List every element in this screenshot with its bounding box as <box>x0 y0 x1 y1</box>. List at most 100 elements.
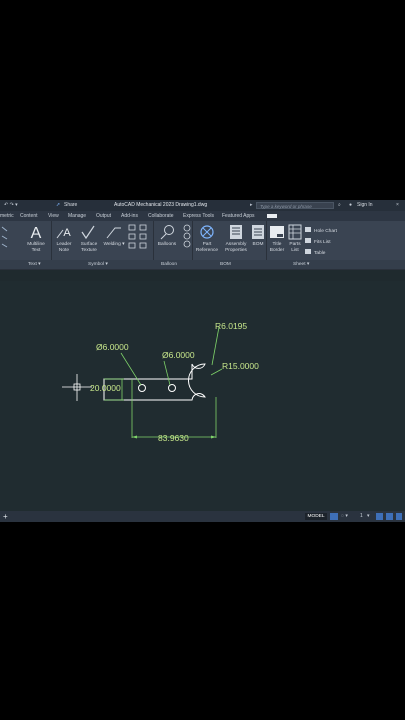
part-reference-icon <box>200 225 214 239</box>
assembly-label-2: Properties <box>225 247 247 253</box>
hole-right <box>168 384 176 392</box>
crosshair-cursor <box>62 374 92 401</box>
isolate-icon[interactable] <box>386 513 393 520</box>
tab-view[interactable]: View <box>48 211 59 221</box>
panel-title-text[interactable]: Text ▾ <box>28 260 41 269</box>
leader-icon: A <box>56 227 71 239</box>
customize-icon[interactable] <box>396 513 402 520</box>
dim-height[interactable]: 20.0000 <box>90 383 121 393</box>
parts-label: Parts <box>289 242 301 247</box>
leader-label: Leader <box>56 242 72 247</box>
panel-title-bom[interactable]: BOM <box>220 260 231 269</box>
leader-label-2: Note <box>58 247 70 253</box>
sheet-small-tools: Hole Chart Fits List Table <box>305 226 350 259</box>
balloons-button[interactable]: Balloons <box>155 224 179 248</box>
title-border-icon <box>270 226 284 238</box>
surface-texture-button[interactable]: Surface Texture <box>77 224 101 253</box>
title-border-button[interactable]: Title Border <box>268 224 286 253</box>
panel-separator <box>51 221 52 260</box>
user-icon: ● <box>349 202 353 208</box>
dim-r15[interactable]: R15.0000 <box>222 361 259 371</box>
title-label: Title <box>272 242 282 247</box>
panel-title-sheet[interactable]: Sheet ▾ <box>293 260 309 269</box>
quick-access-icons[interactable]: ↶ ↷ ▾ <box>4 200 18 211</box>
table-button[interactable]: Table <box>305 248 350 259</box>
part-label: Part <box>202 242 212 247</box>
chevron-down-icon[interactable]: ▾ <box>367 511 370 522</box>
tab-manage[interactable]: Manage <box>68 211 86 221</box>
welding-icon <box>106 227 121 239</box>
assembly-properties-icon <box>230 225 242 239</box>
drawing-svg: Ø6.0000 Ø6.0000 R6.0195 R15.0000 20.0000… <box>62 321 259 443</box>
model-space-button[interactable]: MODEL <box>305 513 327 520</box>
bom-label: BOM <box>252 242 264 247</box>
dim-r6[interactable]: R6.0195 <box>215 321 247 331</box>
fits-list-button[interactable]: Fits List <box>305 237 350 248</box>
search-icon[interactable]: ⌕ <box>338 200 341 211</box>
dimension-tools-left[interactable] <box>0 224 16 252</box>
welding-button[interactable]: Welding ▾ <box>102 224 126 248</box>
assembly-properties-button[interactable]: Assembly Properties <box>222 224 250 253</box>
tab-add-ins[interactable]: Add-ins <box>121 211 138 221</box>
autocad-window: ↶ ↷ ▾ ➚ Share AutoCAD Mechanical 2023 Dr… <box>0 200 405 522</box>
tab-metric[interactable]: metric <box>0 211 14 221</box>
panel-separator <box>266 221 267 260</box>
balloon-tools-icon <box>183 224 191 248</box>
annotation-scale[interactable]: 1 <box>360 511 363 522</box>
leader-note-button[interactable]: A Leader Note <box>53 224 75 253</box>
symbol-tools-icon <box>128 224 147 249</box>
tab-content[interactable]: Content <box>20 211 38 221</box>
surface-label-2: Texture <box>81 247 97 253</box>
assembly-label: Assembly <box>225 242 247 247</box>
title-label-2: Border <box>269 247 285 253</box>
parts-list-icon <box>288 224 302 240</box>
dim-hole-left[interactable]: Ø6.0000 <box>96 342 129 352</box>
svg-text:A: A <box>31 225 42 240</box>
balloons-label: Balloons <box>157 242 177 247</box>
workspace-icon[interactable] <box>376 513 383 520</box>
tab-featured-apps[interactable]: Featured Apps <box>222 211 255 221</box>
chevron-right-icon: ▸ <box>250 202 253 208</box>
grid-toggle-icon[interactable] <box>330 513 338 520</box>
tab-collaborate[interactable]: Collaborate <box>148 211 174 221</box>
share-icon: ➚ <box>56 202 61 208</box>
dimension-icon <box>1 226 8 248</box>
title-bar: ↶ ↷ ▾ ➚ Share AutoCAD Mechanical 2023 Dr… <box>0 200 405 211</box>
add-layout-button[interactable]: + <box>3 511 8 522</box>
symbol-small-tools[interactable] <box>127 224 153 254</box>
dim-length[interactable]: 83.9630 <box>158 433 189 443</box>
part-label-2: Reference <box>195 247 219 253</box>
bom-icon <box>252 225 264 239</box>
snap-settings-icon[interactable]: ◌ ▾ <box>341 511 348 522</box>
text-a-icon: A <box>31 225 42 240</box>
search-input[interactable]: Type a keyword or phrase <box>256 202 334 209</box>
dim-hole-right[interactable]: Ø6.0000 <box>162 350 195 360</box>
hole-left <box>138 384 146 392</box>
parts-label-2: List <box>291 247 299 253</box>
panel-separator <box>153 221 154 260</box>
parts-list-button[interactable]: Parts List <box>287 224 303 253</box>
panel-title-symbol[interactable]: Symbol ▾ <box>88 260 108 269</box>
drawing-canvas[interactable]: Ø6.0000 Ø6.0000 R6.0195 R15.0000 20.0000… <box>0 281 405 511</box>
multiline-label-2: Text <box>31 247 41 253</box>
status-bar: + MODEL ◌ ▾ 1 ▾ <box>0 511 405 522</box>
close-icon[interactable]: × <box>396 200 399 211</box>
ribbon-panel-titles: Text ▾ Symbol ▾ Balloon BOM Sheet ▾ <box>0 260 405 269</box>
ribbon-tabs: metric Content View Manage Output Add-in… <box>0 211 405 221</box>
multiline-label: Multiline <box>27 242 45 247</box>
sign-in-button[interactable]: Sign In <box>357 200 373 211</box>
panel-title-balloon[interactable]: Balloon <box>161 260 177 269</box>
tab-output[interactable]: Output <box>96 211 111 221</box>
hole-chart-button[interactable]: Hole Chart <box>305 226 350 237</box>
share-button[interactable]: Share <box>64 200 77 211</box>
bom-button[interactable]: BOM <box>250 224 266 248</box>
welding-label: Welding <box>103 242 121 247</box>
balloon-icon <box>160 225 174 240</box>
tab-toggle-icon[interactable] <box>267 214 277 218</box>
multiline-text-button[interactable]: A Multiline Text <box>22 224 50 253</box>
panel-separator <box>192 221 193 260</box>
surface-texture-icon <box>81 225 95 240</box>
tab-express-tools[interactable]: Express Tools <box>183 211 214 221</box>
part-reference-button[interactable]: Part Reference <box>194 224 220 253</box>
window-title: AutoCAD Mechanical 2023 Drawing1.dwg <box>114 202 208 208</box>
